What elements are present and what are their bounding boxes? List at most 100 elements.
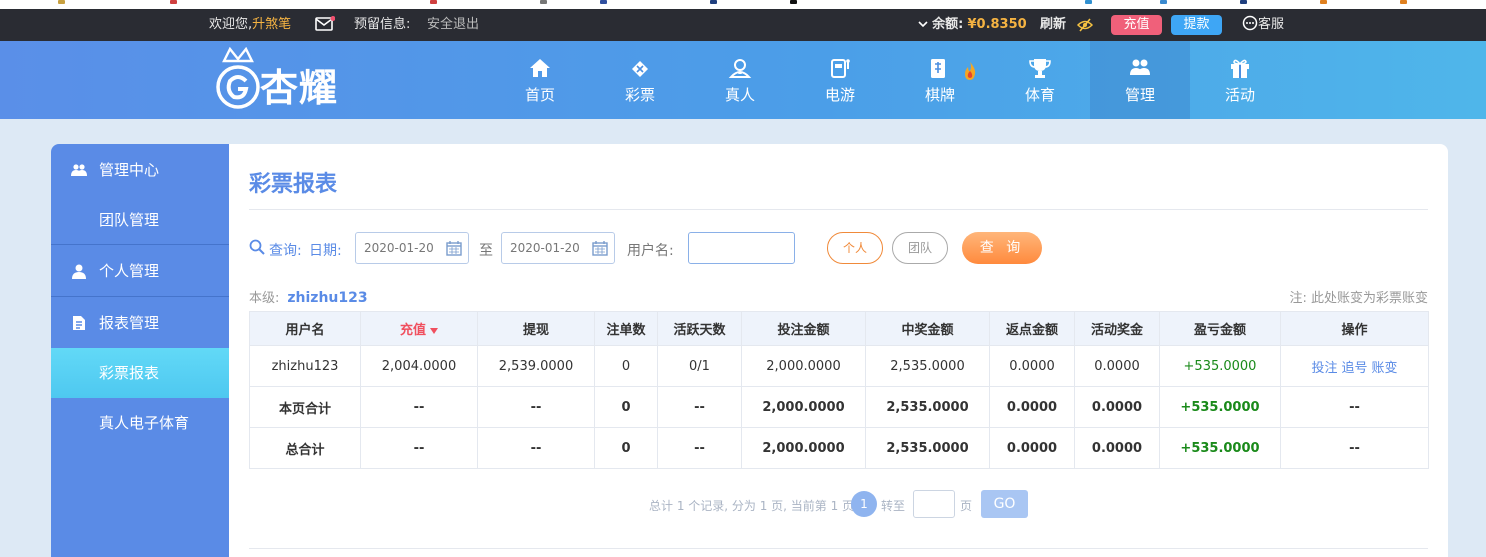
col-header-recharge[interactable]: 充值 [360,311,478,346]
username-label: 用户名: [627,243,674,259]
pagination-current-page[interactable]: 1 [851,491,877,517]
nav-sports[interactable]: 体育 [990,41,1090,119]
crown-emblem-icon [216,47,260,109]
username-input[interactable] [688,232,795,264]
nav-cards[interactable]: 棋牌 [890,41,990,119]
users-icon [1130,59,1150,75]
sidebar-item-team-management[interactable]: 团队管理 [51,195,229,245]
calendar-icon[interactable] [592,240,608,256]
sidebar-item-management-center[interactable]: 管理中心 [51,145,229,195]
report-note: 注: 此处账变为彩票账变 [1289,291,1428,306]
logout-link[interactable]: 安全退出 [427,9,479,41]
total-cell: 0.0000 [989,427,1075,469]
report-icon [73,316,85,330]
hot-fire-icon [965,62,976,80]
total-cell-profit-loss: +535.0000 [1159,427,1281,469]
total-cell-profit-loss: +535.0000 [1159,386,1281,428]
cell-order-count: 0 [594,345,658,387]
nav-label: 管理 [1124,86,1155,104]
col-header-active-days[interactable]: 活跃天数 [657,311,742,346]
nav-promotions[interactable]: 活动 [1190,41,1290,119]
col-header-username[interactable]: 用户名 [249,311,361,346]
cell-win-amount: 2,535.0000 [865,345,990,387]
total-cell: 0 [594,386,658,428]
grand-total-row: 总合计 -- -- 0 -- 2,000.0000 2,535.0000 0.0… [249,427,1429,469]
mail-icon[interactable] [315,16,336,34]
user-nickname: 升煞笔 [252,17,292,32]
nav-label: 棋牌 [924,86,955,104]
welcome-text: 欢迎您,升煞笔 [209,9,291,41]
col-header-win-amount[interactable]: 中奖金额 [865,311,990,346]
nav-label: 电游 [824,86,855,104]
total-cell: -- [657,386,742,428]
col-header-order-count[interactable]: 注单数 [594,311,658,346]
sidebar-item-label: 管理中心 [99,161,160,179]
total-cell: 0.0000 [1074,386,1160,428]
lottery-report-table: 用户名 充值 提现 注单数 活跃天数 投注金额 中奖金额 返点金额 活动奖金 盈… [249,311,1429,469]
date-from-input[interactable]: 2020-01-20 [355,232,469,264]
total-cell: 2,000.0000 [741,427,866,469]
account-change-link[interactable]: 账变 [1372,361,1398,376]
nav-home[interactable]: 首页 [490,41,590,119]
current-level: 本级: zhizhu123 [249,287,368,306]
table-header-row: 用户名 充值 提现 注单数 活跃天数 投注金额 中奖金额 返点金额 活动奖金 盈… [249,311,1429,346]
reserved-info-label: 预留信息: [354,17,411,32]
chase-record-link[interactable]: 追号 [1341,361,1367,376]
pagination-jump-label: 转至 [881,499,906,513]
calendar-icon[interactable] [446,240,462,256]
total-cell: -- [1280,427,1429,469]
brand-logo[interactable]: 杏耀 [210,47,360,113]
nav-lottery[interactable]: 彩票 [590,41,690,119]
total-label: 总合计 [249,427,361,469]
date-range-separator: 至 [479,243,493,259]
customer-service-link[interactable]: 客服 [1242,9,1284,41]
col-header-bonus-amount[interactable]: 活动奖金 [1074,311,1160,346]
sidebar-item-personal-management[interactable]: 个人管理 [51,246,229,296]
eye-hidden-icon[interactable] [1076,18,1094,34]
total-cell: 0 [594,427,658,469]
bet-record-link[interactable]: 投注 [1311,361,1337,376]
user-icon [72,264,86,279]
browser-bookmark-strip [0,0,1486,9]
nav-live[interactable]: 真人 [690,41,790,119]
sidebar-item-label: 团队管理 [99,211,160,229]
top-bar: 欢迎您,升煞笔 预留信息: 安全退出 余额: ¥0.8350 刷新 充值 提款 … [0,9,1486,41]
pagination-page-input[interactable] [913,490,955,518]
team-filter-button[interactable]: 团队 [892,232,948,264]
col-header-profit-loss[interactable]: 盈亏金额 [1159,311,1281,346]
sidebar-item-live-electronic-sports[interactable]: 真人电子体育 [51,398,229,448]
date-to-input[interactable]: 2020-01-20 [501,232,615,264]
pagination-go-button[interactable]: GO [981,490,1028,518]
col-header-rebate-amount[interactable]: 返点金额 [989,311,1075,346]
col-header-label: 充值 [399,323,426,338]
sidebar-item-label: 彩票报表 [99,364,160,382]
total-label: 本页合计 [249,386,361,428]
col-header-bet-amount[interactable]: 投注金额 [741,311,866,346]
brand-logo-text: 杏耀 [260,66,339,110]
refresh-button[interactable]: 刷新 [1040,9,1066,41]
sidebar-item-label: 个人管理 [99,262,160,280]
pagination-page-suffix: 页 [960,499,973,513]
level-username[interactable]: zhizhu123 [287,290,367,306]
trophy-icon [1029,59,1051,78]
cell-bonus-amount: 0.0000 [1074,345,1160,387]
chat-bubble-icon [1242,12,1258,44]
sidebar-item-report-management[interactable]: 报表管理 [51,298,229,348]
nav-slots[interactable]: 电游 [790,41,890,119]
cell-profit-loss: +535.0000 [1159,345,1281,387]
cell-bet-amount: 2,000.0000 [741,345,866,387]
col-header-withdraw[interactable]: 提现 [477,311,595,346]
sidebar-item-lottery-report[interactable]: 彩票报表 [51,348,229,398]
date-to-value: 2020-01-20 [510,241,580,255]
query-button[interactable]: 查 询 [962,232,1042,264]
personal-filter-button[interactable]: 个人 [827,232,883,264]
sort-desc-icon [430,327,438,334]
chevron-down-icon[interactable] [918,9,928,41]
recharge-button[interactable]: 充值 [1111,15,1162,35]
nav-label: 真人 [724,86,755,104]
total-cell: -- [477,386,595,428]
nav-manage[interactable]: 管理 [1090,41,1190,119]
total-cell: 0.0000 [989,386,1075,428]
col-header-actions: 操作 [1280,311,1429,346]
withdraw-button[interactable]: 提款 [1171,15,1222,35]
